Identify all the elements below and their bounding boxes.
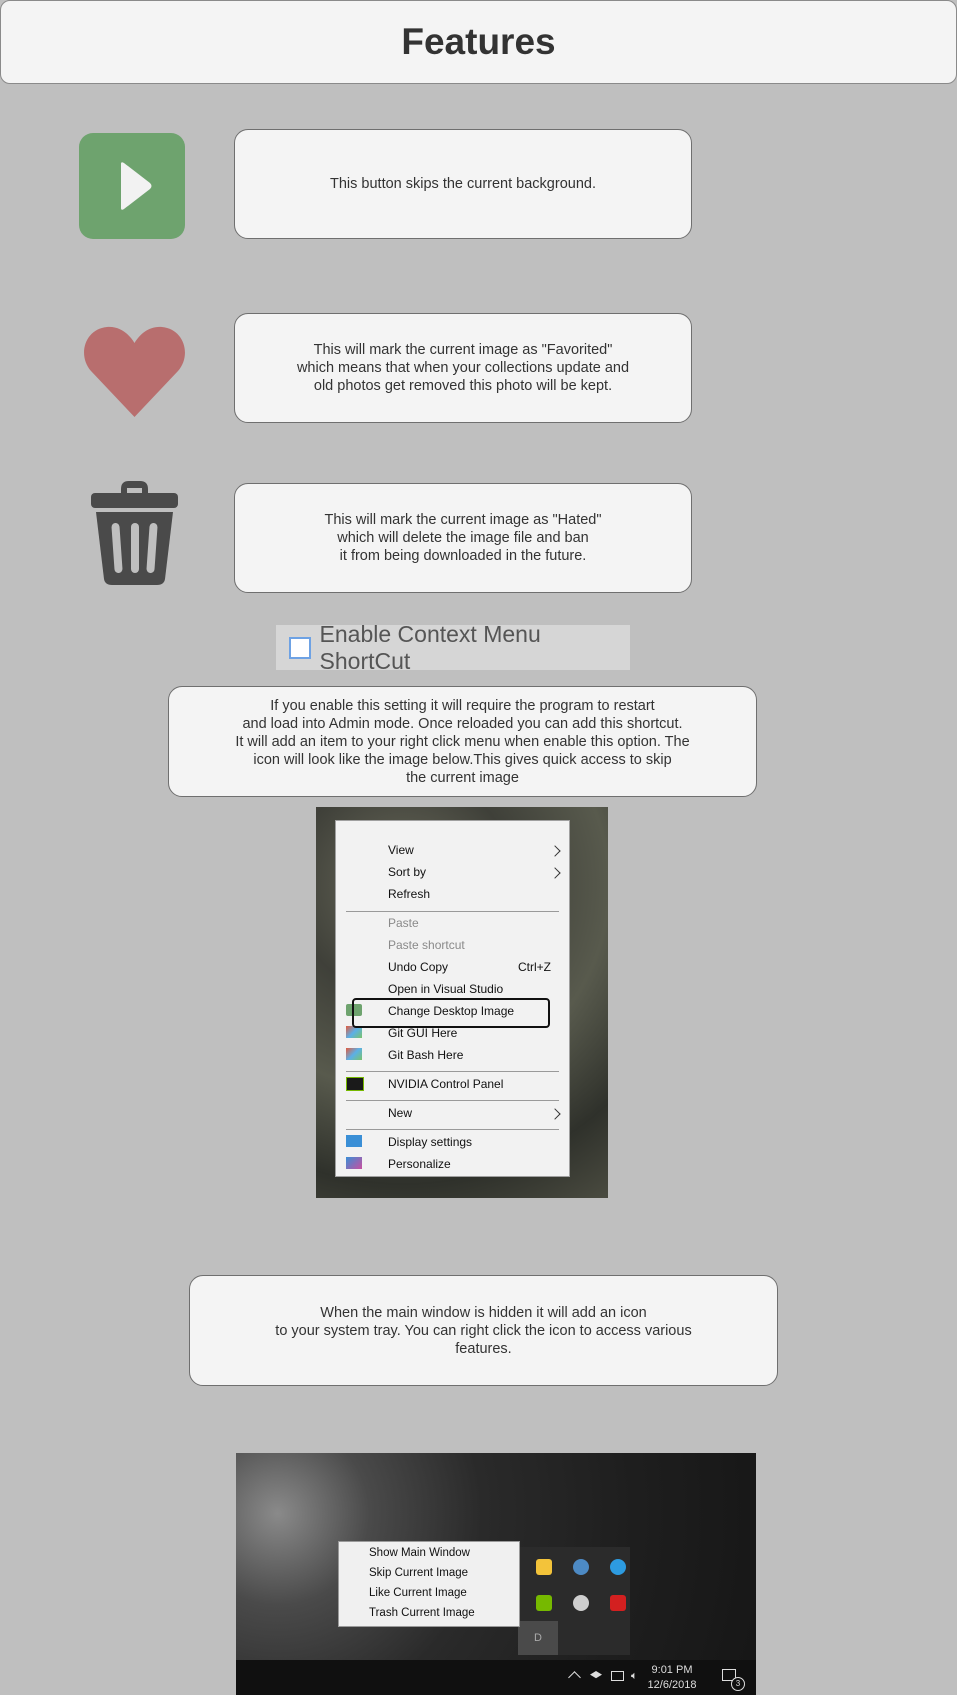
clock-date: 12/6/2018 [647,1679,697,1691]
menu-item-undo-copy: Undo Copy [388,960,449,974]
tray-description: When the main window is hidden it will a… [189,1275,778,1386]
personalize-icon [346,1157,362,1169]
clock-time: 9:01 PM [651,1664,693,1676]
nvidia-icon [346,1077,364,1091]
favorite-description: This will mark the current image as "Fav… [234,313,692,423]
context-menu-description: If you enable this setting it will requi… [168,686,757,797]
tray-description-text: When the main window is hidden it will a… [275,1304,692,1357]
highlight-frame [352,998,550,1028]
menu-item-paste: Paste [388,916,419,930]
tray-menu-skip: Skip Current Image [369,1567,469,1579]
menu-item-refresh: Refresh [388,887,431,901]
menu-separator [346,1129,559,1130]
header: Features [0,0,957,84]
chevron-right-icon [549,1108,561,1120]
network-icon [611,1671,624,1681]
context-menu-shortcut-label: Enable Context Menu ShortCut [319,620,541,674]
git-icon [346,1048,362,1060]
context-menu-description-text: If you enable this setting it will requi… [235,697,690,786]
nvidia-icon [536,1595,552,1611]
speaker-icon: 🔈︎ [631,1670,638,1682]
skip-description: This button skips the current background… [234,129,692,239]
chevron-right-icon [549,867,561,879]
page-title: Features [401,21,556,62]
menu-item-personalize: Personalize [388,1157,451,1171]
menu-item-open-vs: Open in Visual Studio [388,982,504,996]
context-menu-screenshot: View Sort by Refresh Paste Paste shortcu… [316,807,608,1198]
notification-badge: 3 [731,1677,745,1691]
tray-screenshot: D Show Main Window Skip Current Image Li… [236,1453,756,1695]
trash-icon[interactable] [91,481,178,585]
tray-context-menu: Show Main Window Skip Current Image Like… [338,1541,520,1627]
menu-item-display-settings: Display settings [388,1135,473,1149]
play-icon[interactable] [79,133,185,239]
tray-app-icon [610,1595,626,1611]
menu-separator [346,1100,559,1101]
tray-app-icon [573,1595,589,1611]
dropbox-icon [590,1671,602,1679]
menu-item-view: View [388,843,414,857]
display-icon [346,1135,362,1147]
tray-menu-show-main: Show Main Window [369,1547,470,1559]
menu-item-sort-by: Sort by [388,865,427,879]
chevron-right-icon [549,845,561,857]
eye-icon [610,1559,626,1575]
context-menu-shortcut-toggle[interactable]: Enable Context Menu ShortCut [276,621,630,674]
hate-description: This will mark the current image as "Hat… [234,483,692,593]
shield-icon [536,1559,552,1575]
tray-menu-like: Like Current Image [369,1587,467,1599]
hate-description-text: This will mark the current image as "Hat… [324,512,602,564]
menu-item-git-bash: Git Bash Here [388,1048,464,1062]
skip-description-text: This button skips the current background… [330,176,596,192]
menu-item-undo-shortcut: Ctrl+Z [518,960,551,974]
tray-overflow-flyout: D [518,1547,630,1655]
tray-menu-trash: Trash Current Image [369,1607,475,1619]
tray-app-icon: D [518,1621,558,1655]
menu-item-paste-shortcut: Paste shortcut [388,938,465,952]
heart-icon[interactable] [83,323,186,418]
menu-item-nvidia: NVIDIA Control Panel [388,1077,504,1091]
desktop-context-menu: View Sort by Refresh Paste Paste shortcu… [335,820,570,1177]
context-menu-shortcut-checkbox[interactable] [289,636,311,659]
menu-separator [346,911,559,912]
taskbar: 🔈︎ 9:01 PM 12/6/2018 3 [236,1660,756,1695]
steam-icon [573,1559,589,1575]
menu-separator [346,1071,559,1072]
chevron-up-icon [568,1671,581,1684]
menu-item-new: New [388,1106,413,1120]
favorite-description-text: This will mark the current image as "Fav… [296,342,630,394]
